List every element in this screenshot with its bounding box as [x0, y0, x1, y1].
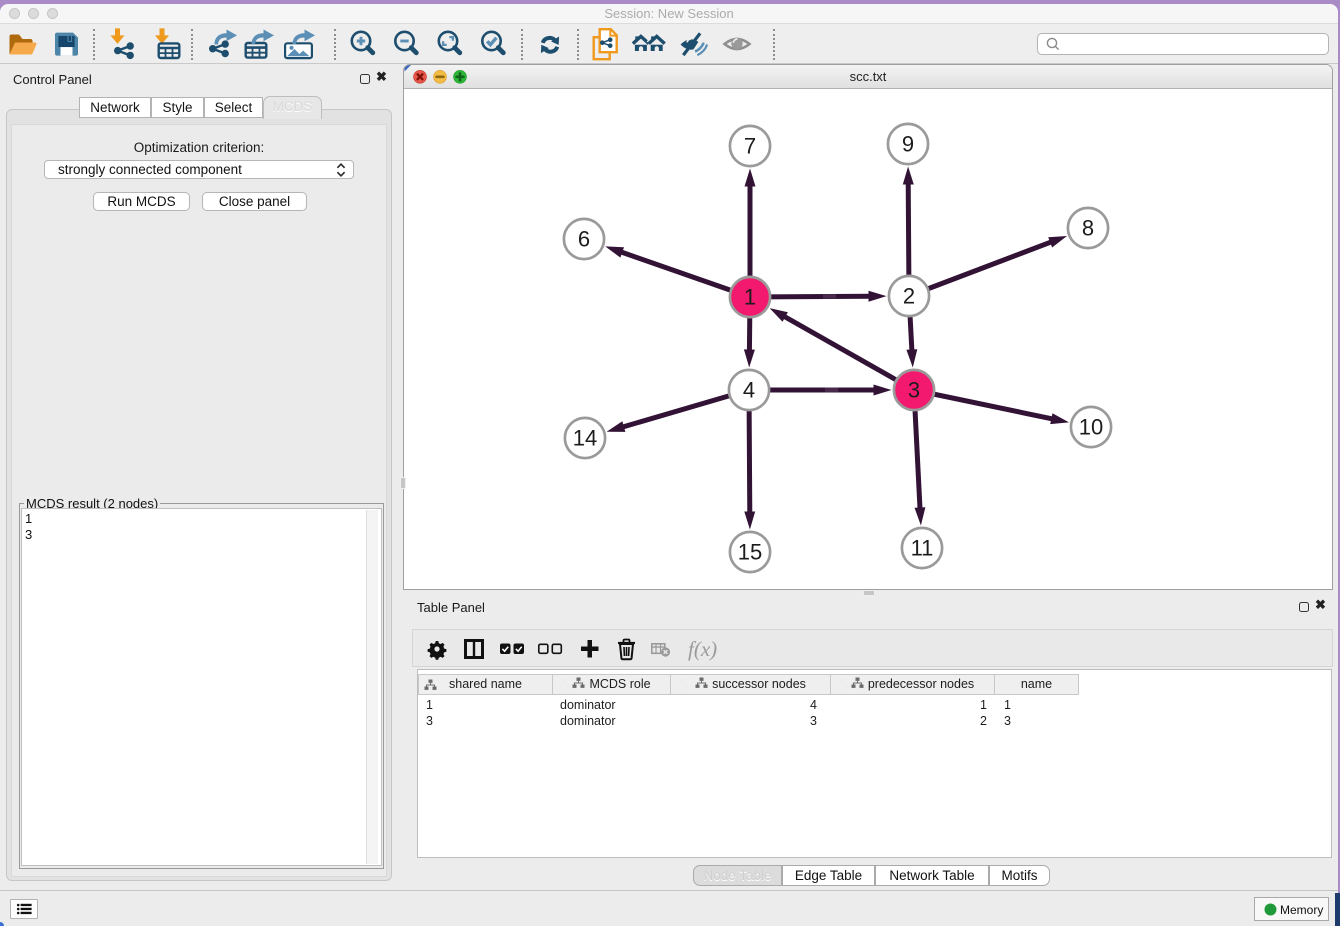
svg-text:f(x): f(x) [688, 637, 717, 661]
